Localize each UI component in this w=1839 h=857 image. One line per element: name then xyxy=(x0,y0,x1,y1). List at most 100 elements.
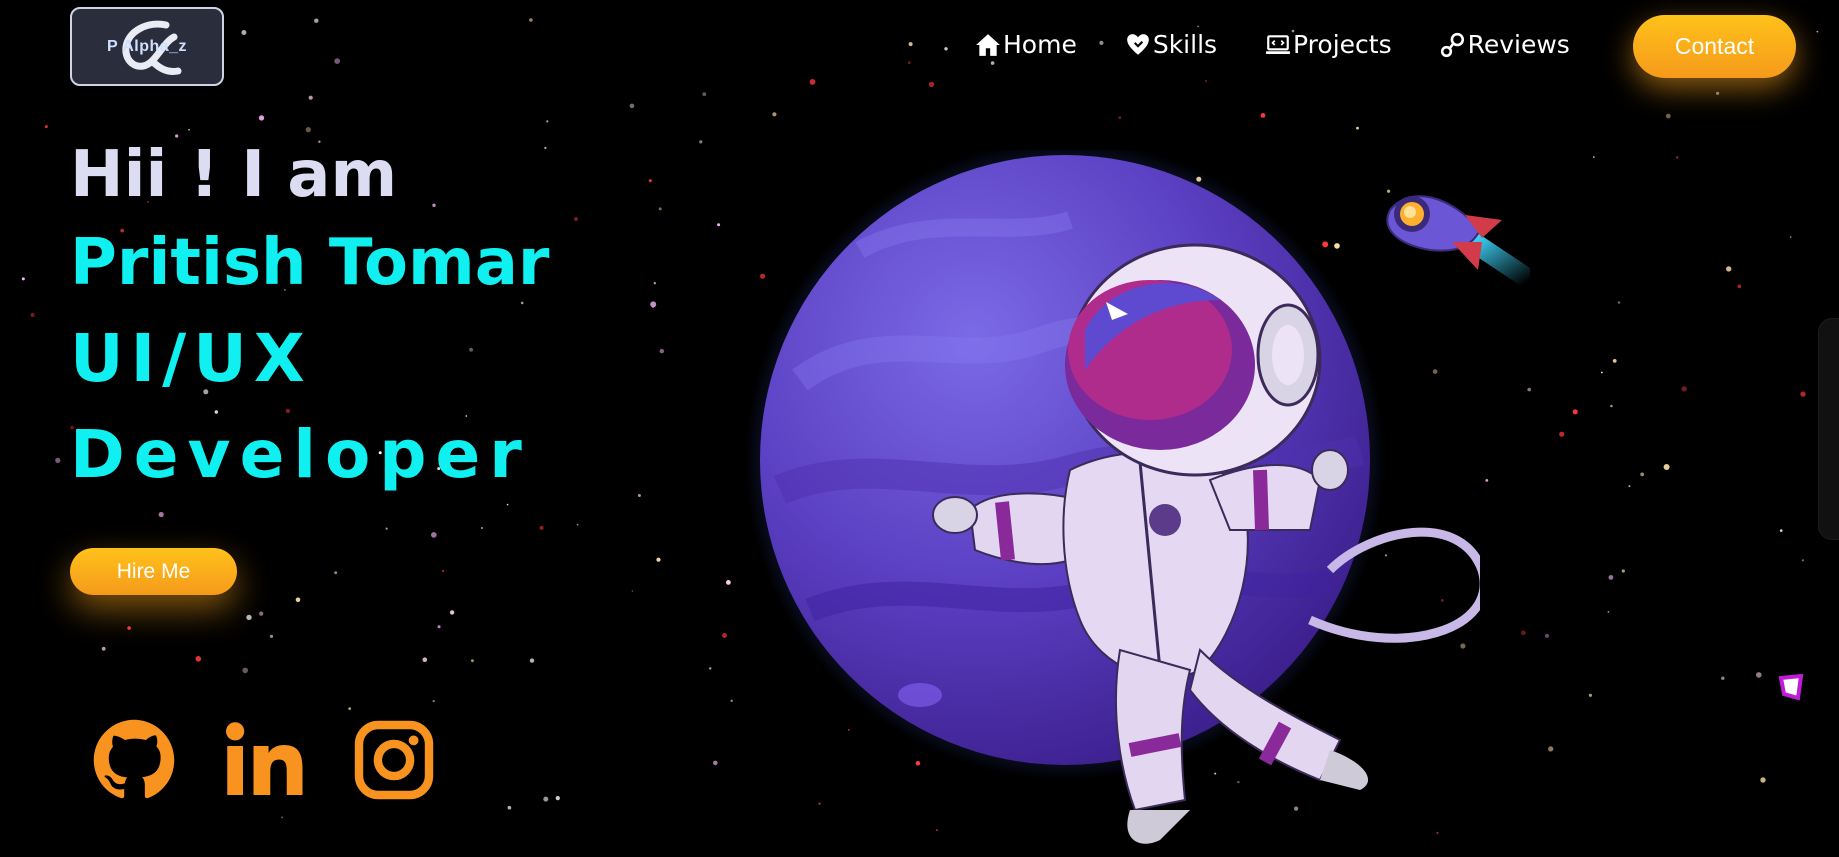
star xyxy=(1779,529,1783,532)
rocket-icon xyxy=(1386,195,1530,290)
star xyxy=(506,503,509,506)
star xyxy=(55,457,61,463)
star xyxy=(1527,387,1531,392)
star xyxy=(1607,611,1610,613)
star xyxy=(334,58,341,64)
star xyxy=(1640,472,1645,477)
star xyxy=(1800,391,1806,397)
star xyxy=(127,626,131,630)
star xyxy=(308,95,313,100)
star xyxy=(1521,630,1526,635)
hire-me-button[interactable]: Hire Me xyxy=(70,548,237,595)
star xyxy=(314,18,319,23)
star xyxy=(990,61,995,65)
star xyxy=(1726,266,1732,272)
star xyxy=(944,47,948,51)
social-links xyxy=(92,718,436,802)
linkedin-icon xyxy=(226,722,303,795)
star xyxy=(717,223,721,227)
star xyxy=(480,526,484,530)
star xyxy=(1721,676,1725,680)
star xyxy=(730,699,733,702)
nav-home-label: Home xyxy=(1003,30,1077,59)
star xyxy=(1356,126,1359,130)
star xyxy=(1118,116,1122,120)
star xyxy=(1608,575,1614,580)
star xyxy=(1548,746,1554,752)
star xyxy=(44,125,48,129)
star xyxy=(709,667,712,670)
hero-role-line2: Developer xyxy=(70,416,531,493)
star xyxy=(507,805,512,810)
nav-skills-label: Skills xyxy=(1152,30,1218,59)
star xyxy=(648,179,652,183)
instagram-icon xyxy=(354,720,434,800)
star xyxy=(722,633,727,638)
star xyxy=(1756,672,1762,678)
star xyxy=(158,511,164,518)
star xyxy=(713,760,718,766)
hero-greeting: Hii ! I am xyxy=(70,138,398,212)
star xyxy=(437,625,441,629)
star xyxy=(1665,113,1671,119)
hero-name: Pritish Tomar xyxy=(70,226,550,300)
star xyxy=(574,217,578,221)
logo[interactable]: P Alpha_z xyxy=(70,7,224,86)
star xyxy=(1559,431,1565,437)
star xyxy=(305,127,311,133)
side-panel-tab[interactable] xyxy=(1818,318,1839,540)
gem-icon xyxy=(1778,673,1804,701)
star xyxy=(659,348,664,354)
nav-reviews[interactable]: Reviews xyxy=(1440,30,1570,59)
nav-skills[interactable]: Skills xyxy=(1125,30,1217,59)
star xyxy=(1617,301,1621,304)
star xyxy=(471,659,474,663)
star xyxy=(30,312,35,318)
star xyxy=(21,277,25,281)
star xyxy=(334,571,338,575)
star xyxy=(699,140,703,144)
star xyxy=(656,557,661,562)
star xyxy=(928,81,935,88)
linkedin-link[interactable] xyxy=(222,718,306,802)
star xyxy=(442,569,445,573)
star xyxy=(1197,25,1199,28)
star xyxy=(555,796,560,801)
star xyxy=(259,611,264,616)
laptop-code-icon xyxy=(1266,34,1290,54)
star xyxy=(1760,777,1766,783)
instagram-link[interactable] xyxy=(352,718,436,802)
heart-hand-icon xyxy=(1126,33,1149,55)
star xyxy=(1572,409,1578,415)
star xyxy=(348,707,352,710)
star xyxy=(529,658,535,663)
link-icon xyxy=(1440,32,1464,57)
home-icon xyxy=(976,33,1000,56)
github-icon xyxy=(93,719,175,799)
star xyxy=(702,92,707,97)
star xyxy=(1789,236,1792,238)
star xyxy=(543,796,549,802)
star xyxy=(772,112,777,117)
nav-projects[interactable]: Projects xyxy=(1265,30,1392,59)
star xyxy=(269,634,274,639)
star xyxy=(1544,633,1550,638)
star xyxy=(1593,156,1595,158)
star xyxy=(1588,693,1592,697)
star xyxy=(1681,386,1687,392)
contact-button[interactable]: Contact xyxy=(1633,15,1796,78)
star xyxy=(258,115,265,121)
github-link[interactable] xyxy=(92,718,176,802)
star xyxy=(1621,569,1625,573)
star xyxy=(726,580,731,585)
star xyxy=(650,301,657,308)
nav-home[interactable]: Home xyxy=(975,30,1077,59)
star xyxy=(1716,91,1720,95)
star xyxy=(281,816,284,819)
star xyxy=(101,646,106,651)
star xyxy=(422,657,428,662)
star xyxy=(576,523,579,526)
nav-projects-label: Projects xyxy=(1293,30,1392,59)
star xyxy=(653,282,656,285)
star xyxy=(431,532,437,538)
